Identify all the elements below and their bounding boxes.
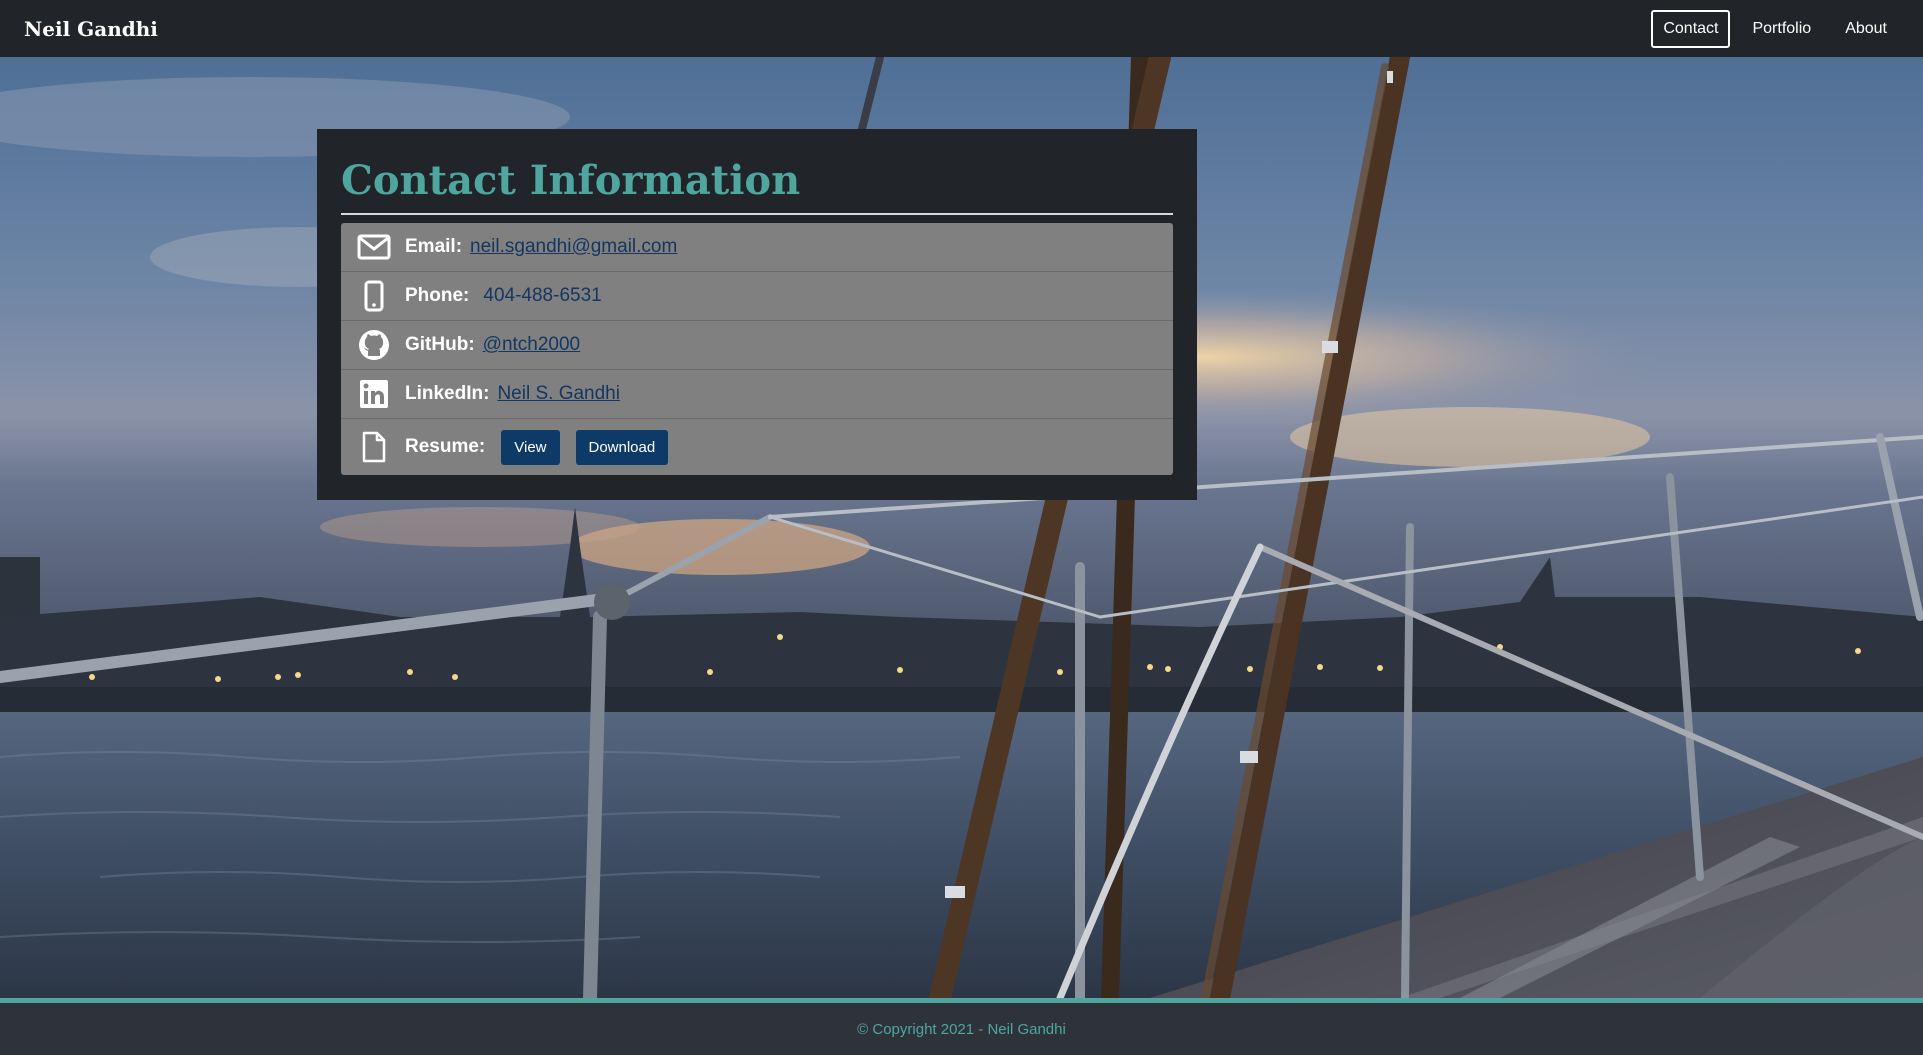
phone-number[interactable]: 404-488-6531 <box>483 285 601 307</box>
contact-title: Contact Information <box>341 157 801 204</box>
nav-link-about[interactable]: About <box>1833 10 1899 48</box>
linkedin-icon <box>357 377 391 411</box>
nav-link-portfolio[interactable]: Portfolio <box>1740 10 1823 48</box>
linkedin-label: LinkedIn: <box>405 383 490 404</box>
resume-label: Resume: <box>405 436 486 457</box>
contact-row-email: Email: neil.sgandhi@gmail.com <box>341 223 1173 272</box>
contact-row-github: GitHub: @ntch2000 <box>341 321 1173 370</box>
contact-info-list: Email: neil.sgandhi@gmail.com Phone: 404… <box>341 223 1173 475</box>
navbar: Neil Gandhi Contact Portfolio About <box>0 0 1923 57</box>
github-icon <box>357 328 391 362</box>
nav-link-contact[interactable]: Contact <box>1651 9 1731 48</box>
contact-row-resume: Resume: View Download <box>341 419 1173 475</box>
resume-download-button[interactable]: Download <box>575 429 669 465</box>
contact-row-phone: Phone: 404-488-6531 <box>341 272 1173 321</box>
phone-label: Phone: <box>405 285 470 306</box>
github-label: GitHub: <box>405 334 475 355</box>
email-link[interactable]: neil.sgandhi@gmail.com <box>470 236 677 258</box>
document-icon <box>357 430 391 464</box>
email-label: Email: <box>405 236 463 257</box>
resume-view-button[interactable]: View <box>501 429 560 465</box>
copyright-text: © Copyright 2021 - Neil Gandhi <box>857 1020 1066 1038</box>
github-link[interactable]: @ntch2000 <box>483 334 580 356</box>
title-divider <box>341 213 1173 215</box>
footer: © Copyright 2021 - Neil Gandhi <box>0 998 1923 1055</box>
phone-icon <box>357 279 391 313</box>
brand-logo[interactable]: Neil Gandhi <box>24 17 158 41</box>
contact-card: Contact Information Email: neil.sgandhi@… <box>317 129 1197 500</box>
linkedin-link[interactable]: Neil S. Gandhi <box>497 383 620 405</box>
nav-links: Contact Portfolio About <box>1651 9 1899 48</box>
envelope-icon <box>357 230 391 264</box>
contact-row-linkedin: LinkedIn: Neil S. Gandhi <box>341 370 1173 419</box>
